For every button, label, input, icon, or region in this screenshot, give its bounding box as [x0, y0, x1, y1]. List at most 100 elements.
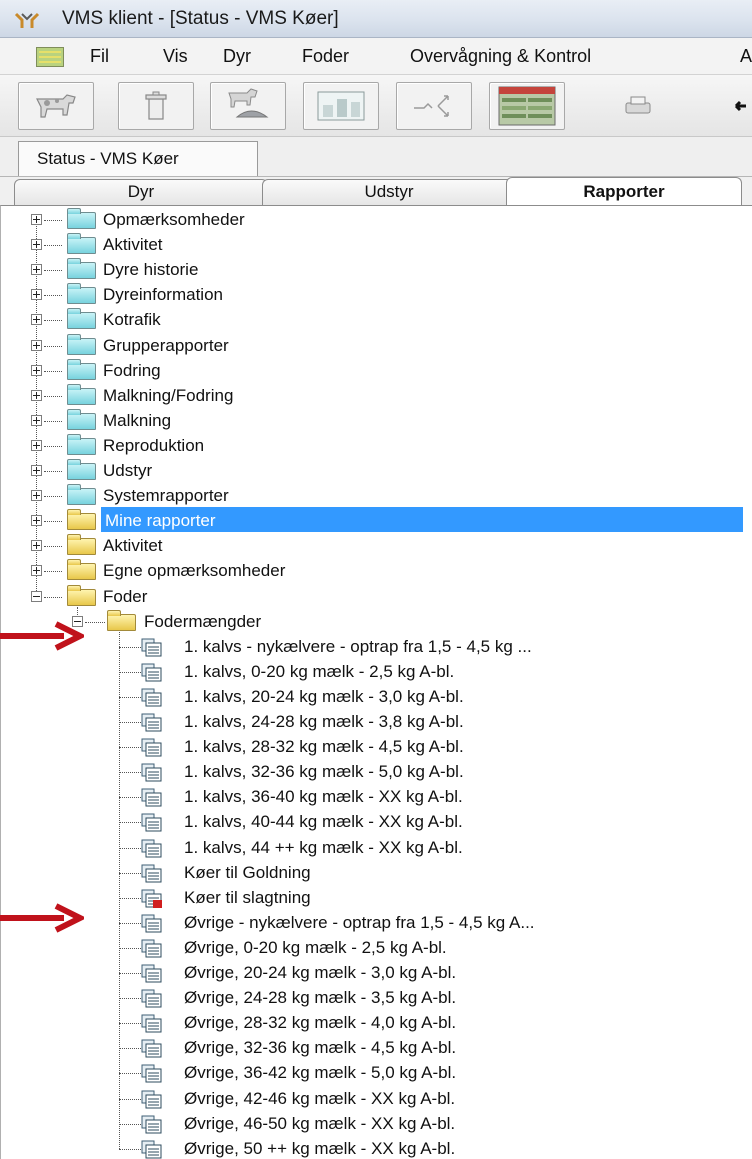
tab-status-vms-koer[interactable]: Status - VMS Køer	[18, 141, 258, 176]
report-label: 1. kalvs, 20-24 kg mælk - 3,0 kg A-bl.	[184, 686, 464, 706]
report-item[interactable]: Køer til slagtning	[1, 886, 741, 911]
tree-folder-node[interactable]: Aktivitet	[1, 233, 741, 258]
cow-feed-button[interactable]	[210, 82, 286, 130]
report-icon	[141, 788, 162, 807]
expand-toggle-icon[interactable]	[31, 540, 42, 552]
tree-folder-node[interactable]: Aktivitet	[1, 534, 741, 559]
expand-toggle-icon[interactable]	[31, 314, 42, 326]
tree-folder-label: Dyre historie	[103, 260, 199, 280]
folder-icon	[67, 559, 96, 581]
back-button[interactable]	[720, 82, 752, 130]
menu-overvaagning-kontrol[interactable]: Overvågning & Kontrol	[410, 46, 591, 67]
title-bar[interactable]: VMS klient - [Status - VMS Køer]	[0, 0, 752, 38]
report-label: Øvrige, 36-42 kg mælk - 5,0 kg A-bl.	[184, 1063, 457, 1083]
menu-a[interactable]: A	[740, 46, 752, 67]
menu-fil[interactable]: Fil	[90, 46, 109, 67]
expand-toggle-icon[interactable]	[31, 565, 42, 577]
tree-folder-node[interactable]: Dyre historie	[1, 258, 741, 283]
report-item[interactable]: Øvrige, 24-28 kg mælk - 3,5 kg A-bl.	[1, 986, 741, 1011]
report-chart-button[interactable]	[303, 82, 379, 130]
tree-folder-node[interactable]: Opmærksomheder	[1, 208, 741, 233]
tab-rapporter[interactable]: Rapporter	[506, 177, 742, 207]
folder-icon	[67, 383, 96, 405]
expand-toggle-icon[interactable]	[31, 389, 42, 401]
report-item[interactable]: Øvrige, 32-36 kg mælk - 4,5 kg A-bl.	[1, 1036, 741, 1061]
tree-folder-node[interactable]: Egne opmærksomheder	[1, 559, 741, 584]
tab-dyr[interactable]: Dyr	[14, 179, 268, 205]
tree-connector	[119, 947, 141, 949]
expand-toggle-icon[interactable]	[31, 364, 42, 376]
report-item[interactable]: Øvrige, 20-24 kg mælk - 3,0 kg A-bl.	[1, 961, 741, 986]
report-item[interactable]: 1. kalvs, 40-44 kg mælk - XX kg A-bl.	[1, 810, 741, 835]
tree-folder-node[interactable]: Foder	[1, 584, 741, 610]
tab-udstyr[interactable]: Udstyr	[262, 179, 516, 205]
route-button[interactable]	[396, 82, 472, 130]
route-icon	[414, 95, 449, 117]
report-item[interactable]: Øvrige, 50 ++ kg mælk - XX kg A-bl.	[1, 1137, 741, 1159]
tree-folder-node[interactable]: Mine rapporter	[1, 509, 741, 534]
report-grid-button[interactable]	[489, 82, 565, 130]
tree-folder-node[interactable]: Grupperapporter	[1, 333, 741, 359]
report-item[interactable]: 1. kalvs, 24-28 kg mælk - 3,8 kg A-bl.	[1, 710, 741, 735]
document-menu-icon[interactable]	[36, 47, 64, 67]
report-item[interactable]: 1. kalvs, 0-20 kg mælk - 2,5 kg A-bl.	[1, 660, 741, 685]
report-icon	[141, 1115, 162, 1134]
report-item[interactable]: 1. kalvs, 36-40 kg mælk - XX kg A-bl.	[1, 785, 741, 810]
menu-vis[interactable]: Vis	[163, 46, 188, 67]
tree-folder-node[interactable]: Systemrapporter	[1, 484, 741, 509]
report-item[interactable]: Øvrige, 42-46 kg mælk - XX kg A-bl.	[1, 1087, 741, 1112]
report-icon	[141, 964, 162, 983]
report-item[interactable]: 1. kalvs, 44 ++ kg mælk - XX kg A-bl.	[1, 836, 741, 861]
tree-folder-label: Grupperapporter	[103, 335, 229, 355]
tree-folder-node[interactable]: Reproduktion	[1, 433, 741, 459]
tree-folder-label: Kotrafik	[103, 310, 161, 330]
report-icon	[141, 638, 162, 657]
expand-toggle-icon[interactable]	[31, 339, 42, 351]
tree-folder-node[interactable]: Fodring	[1, 358, 741, 384]
report-item[interactable]: 1. kalvs, 20-24 kg mælk - 3,0 kg A-bl.	[1, 685, 741, 710]
expand-toggle-icon[interactable]	[31, 490, 42, 502]
tree-folder-label: Systemrapporter	[103, 486, 229, 506]
report-item[interactable]: Øvrige, 36-42 kg mælk - 5,0 kg A-bl.	[1, 1061, 741, 1086]
report-label: Øvrige, 0-20 kg mælk - 2,5 kg A-bl.	[184, 937, 447, 957]
tree-connector	[44, 220, 62, 221]
report-item[interactable]: 1. kalvs, 28-32 kg mælk - 4,5 kg A-bl.	[1, 735, 741, 760]
expand-toggle-icon[interactable]	[31, 439, 42, 451]
expand-toggle-icon[interactable]	[31, 289, 42, 301]
panel-tabs: Dyr Udstyr Rapporter	[0, 177, 752, 207]
tree-folder-label: Egne opmærksomheder	[103, 561, 286, 581]
expand-toggle-icon[interactable]	[31, 414, 42, 426]
delete-button[interactable]	[118, 82, 194, 130]
collapse-toggle-icon[interactable]	[31, 590, 42, 602]
report-icon	[141, 1140, 162, 1159]
tree-folder-node[interactable]: Udstyr	[1, 459, 741, 484]
tree-connector	[44, 395, 62, 397]
report-label: 1. kalvs, 32-36 kg mælk - 5,0 kg A-bl.	[184, 762, 464, 782]
cow-button[interactable]	[18, 82, 94, 130]
expand-toggle-icon[interactable]	[31, 214, 42, 225]
expand-toggle-icon[interactable]	[31, 264, 42, 276]
report-label: Øvrige - nykælvere - optrap fra 1,5 - 4,…	[184, 912, 535, 932]
tree-subfolder-fodermaengder[interactable]: Fodermængder	[1, 609, 741, 635]
report-item[interactable]: Øvrige, 0-20 kg mælk - 2,5 kg A-bl.	[1, 936, 741, 961]
tree-connector	[119, 696, 141, 698]
expand-toggle-icon[interactable]	[31, 239, 42, 251]
menu-foder[interactable]: Foder	[302, 46, 349, 67]
tree-folder-node[interactable]: Kotrafik	[1, 308, 741, 333]
expand-toggle-icon[interactable]	[31, 515, 42, 527]
report-item[interactable]: Øvrige, 46-50 kg mælk - XX kg A-bl.	[1, 1112, 741, 1137]
tree-connector	[44, 471, 62, 472]
expand-toggle-icon[interactable]	[31, 465, 42, 476]
print-button[interactable]	[600, 82, 676, 130]
report-item[interactable]: 1. kalvs, 32-36 kg mælk - 5,0 kg A-bl.	[1, 760, 741, 785]
report-item[interactable]: Øvrige - nykælvere - optrap fra 1,5 - 4,…	[1, 911, 741, 936]
menu-dyr[interactable]: Dyr	[223, 46, 251, 67]
tree-folder-node[interactable]: Malkning/Fodring	[1, 383, 741, 409]
tree-connector	[44, 245, 62, 247]
tree-folder-node[interactable]: Dyreinformation	[1, 283, 741, 308]
tree-folder-node[interactable]: Malkning	[1, 408, 741, 434]
report-item[interactable]: Køer til Goldning	[1, 861, 741, 886]
report-item[interactable]: 1. kalvs - nykælvere - optrap fra 1,5 - …	[1, 635, 741, 660]
report-item[interactable]: Øvrige, 28-32 kg mælk - 4,0 kg A-bl.	[1, 1011, 741, 1036]
report-icon	[141, 989, 162, 1008]
